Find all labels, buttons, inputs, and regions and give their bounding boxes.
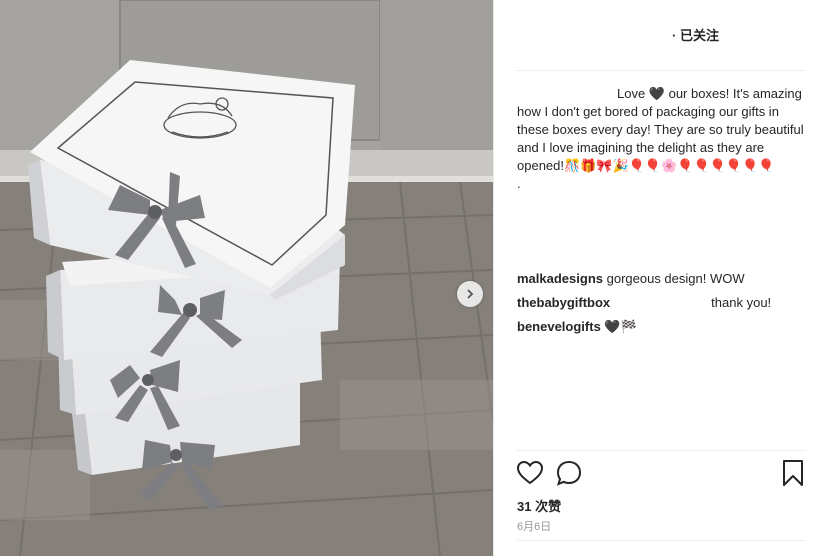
divider xyxy=(516,70,806,71)
post-sidebar: · 已关注 Love 🖤 our boxes! It's amazing how… xyxy=(493,0,830,556)
caption-tail: . xyxy=(517,176,521,191)
comment-text: 🖤🏁 xyxy=(600,319,637,334)
heart-icon xyxy=(516,460,544,485)
post-caption: Love 🖤 our boxes! It's amazing how I don… xyxy=(517,85,807,193)
divider xyxy=(516,450,806,451)
post-date[interactable]: 6月6日 xyxy=(517,518,551,534)
like-count[interactable]: 31 次赞 xyxy=(517,496,561,515)
comment-icon xyxy=(556,460,582,486)
comment-item: thebabygiftbox thank you! xyxy=(517,294,807,318)
comment-username[interactable]: thebabygiftbox xyxy=(517,295,610,310)
post-photo xyxy=(0,0,493,556)
next-image-button[interactable] xyxy=(457,281,483,307)
chevron-right-icon xyxy=(467,289,474,299)
comment-username[interactable]: benevelogifts xyxy=(517,319,601,334)
post-header: · 已关注 xyxy=(494,0,830,70)
comment-list: malkadesigns gorgeous design! WOW thebab… xyxy=(517,270,807,342)
comment-text: thank you! xyxy=(711,295,772,310)
action-bar xyxy=(516,459,808,489)
comment-item: malkadesigns gorgeous design! WOW xyxy=(517,270,807,294)
comment-text: gorgeous design! WOW xyxy=(603,271,745,286)
comment-button[interactable] xyxy=(555,459,583,487)
comment-item: benevelogifts 🖤🏁 xyxy=(517,318,807,342)
divider xyxy=(516,540,806,541)
bookmark-icon xyxy=(783,460,803,486)
save-button[interactable] xyxy=(779,459,807,487)
like-button[interactable] xyxy=(516,459,544,487)
follow-status[interactable]: · 已关注 xyxy=(672,25,719,44)
comment-username[interactable]: malkadesigns xyxy=(517,271,603,286)
caption-text: Love 🖤 our boxes! It's amazing how I don… xyxy=(517,86,804,173)
